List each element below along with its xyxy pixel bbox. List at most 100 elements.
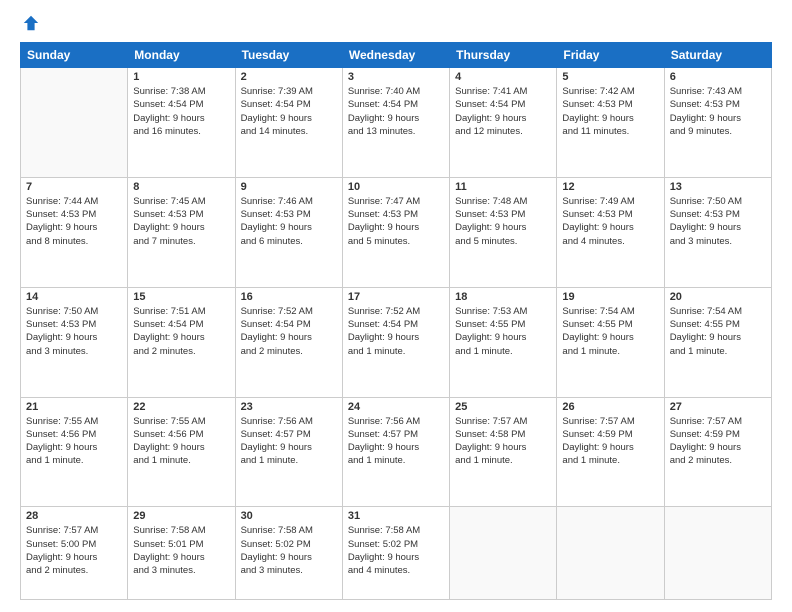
calendar-cell — [664, 507, 771, 600]
calendar-cell: 2 Sunrise: 7:39 AMSunset: 4:54 PMDaylight… — [235, 68, 342, 178]
day-number: 1 — [133, 71, 229, 83]
day-number: 21 — [26, 401, 122, 413]
calendar-cell: 12 Sunrise: 7:49 AMSunset: 4:53 PMDayligh… — [557, 177, 664, 287]
calendar-cell: 29 Sunrise: 7:58 AMSunset: 5:01 PMDayligh… — [128, 507, 235, 600]
day-number: 31 — [348, 510, 444, 522]
day-number: 18 — [455, 291, 551, 303]
day-info: Sunrise: 7:43 AMSunset: 4:53 PMDaylight:… — [670, 85, 766, 138]
calendar-cell: 16Sunrise: 7:52 AMSunset: 4:54 PMDayligh… — [235, 287, 342, 397]
calendar-week-row: 21 Sunrise: 7:55 AMSunset: 4:56 PMDayligh… — [21, 397, 772, 507]
calendar-cell — [557, 507, 664, 600]
day-number: 13 — [670, 181, 766, 193]
calendar-cell: 31 Sunrise: 7:58 AMSunset: 5:02 PMDayligh… — [342, 507, 449, 600]
day-number: 11 — [455, 181, 551, 193]
day-number: 4 — [455, 71, 551, 83]
calendar-cell: 9 Sunrise: 7:46 AMSunset: 4:53 PMDaylight… — [235, 177, 342, 287]
day-number: 16 — [241, 291, 337, 303]
calendar-cell: 14Sunrise: 7:50 AMSunset: 4:53 PMDayligh… — [21, 287, 128, 397]
day-number: 15 — [133, 291, 229, 303]
day-number: 7 — [26, 181, 122, 193]
day-info: Sunrise: 7:48 AMSunset: 4:53 PMDaylight:… — [455, 195, 551, 248]
calendar-header-wednesday: Wednesday — [342, 43, 449, 68]
calendar-cell: 24 Sunrise: 7:56 AMSunset: 4:57 PMDayligh… — [342, 397, 449, 507]
page: SundayMondayTuesdayWednesdayThursdayFrid… — [0, 0, 792, 612]
day-number: 9 — [241, 181, 337, 193]
day-number: 30 — [241, 510, 337, 522]
day-info: Sunrise: 7:38 AMSunset: 4:54 PMDaylight:… — [133, 85, 229, 138]
day-info: Sunrise: 7:40 AMSunset: 4:54 PMDaylight:… — [348, 85, 444, 138]
calendar-cell: 3Sunrise: 7:40 AMSunset: 4:54 PMDaylight… — [342, 68, 449, 178]
calendar-cell: 6 Sunrise: 7:43 AMSunset: 4:53 PMDaylight… — [664, 68, 771, 178]
day-info: Sunrise: 7:49 AMSunset: 4:53 PMDaylight:… — [562, 195, 658, 248]
day-number: 8 — [133, 181, 229, 193]
day-info: Sunrise: 7:58 AMSunset: 5:01 PMDaylight:… — [133, 524, 229, 577]
calendar-cell: 21 Sunrise: 7:55 AMSunset: 4:56 PMDayligh… — [21, 397, 128, 507]
calendar-cell: 23 Sunrise: 7:56 AMSunset: 4:57 PMDayligh… — [235, 397, 342, 507]
calendar-cell: 10 Sunrise: 7:47 AMSunset: 4:53 PMDayligh… — [342, 177, 449, 287]
calendar-week-row: 7Sunrise: 7:44 AMSunset: 4:53 PMDaylight… — [21, 177, 772, 287]
calendar-cell: 26Sunrise: 7:57 AMSunset: 4:59 PMDayligh… — [557, 397, 664, 507]
day-number: 23 — [241, 401, 337, 413]
calendar-header-thursday: Thursday — [450, 43, 557, 68]
calendar-cell: 18 Sunrise: 7:53 AMSunset: 4:55 PMDayligh… — [450, 287, 557, 397]
calendar-cell — [21, 68, 128, 178]
day-info: Sunrise: 7:46 AMSunset: 4:53 PMDaylight:… — [241, 195, 337, 248]
calendar-cell: 5 Sunrise: 7:42 AMSunset: 4:53 PMDaylight… — [557, 68, 664, 178]
day-info: Sunrise: 7:50 AMSunset: 4:53 PMDaylight:… — [26, 305, 122, 358]
day-info: Sunrise: 7:41 AMSunset: 4:54 PMDaylight:… — [455, 85, 551, 138]
day-info: Sunrise: 7:57 AMSunset: 5:00 PMDaylight:… — [26, 524, 122, 577]
calendar-header-friday: Friday — [557, 43, 664, 68]
header — [20, 18, 772, 32]
calendar-cell: 4 Sunrise: 7:41 AMSunset: 4:54 PMDaylight… — [450, 68, 557, 178]
logo — [20, 18, 40, 32]
day-number: 5 — [562, 71, 658, 83]
day-info: Sunrise: 7:57 AMSunset: 4:59 PMDaylight:… — [670, 415, 766, 468]
day-info: Sunrise: 7:58 AMSunset: 5:02 PMDaylight:… — [241, 524, 337, 577]
logo-icon — [22, 14, 40, 32]
day-number: 17 — [348, 291, 444, 303]
calendar-week-row: 1 Sunrise: 7:38 AMSunset: 4:54 PMDaylight… — [21, 68, 772, 178]
day-info: Sunrise: 7:57 AMSunset: 4:58 PMDaylight:… — [455, 415, 551, 468]
day-number: 27 — [670, 401, 766, 413]
day-number: 28 — [26, 510, 122, 522]
calendar-cell: 28 Sunrise: 7:57 AMSunset: 5:00 PMDayligh… — [21, 507, 128, 600]
day-info: Sunrise: 7:58 AMSunset: 5:02 PMDaylight:… — [348, 524, 444, 577]
calendar-cell: 25 Sunrise: 7:57 AMSunset: 4:58 PMDayligh… — [450, 397, 557, 507]
day-info: Sunrise: 7:50 AMSunset: 4:53 PMDaylight:… — [670, 195, 766, 248]
calendar-header-saturday: Saturday — [664, 43, 771, 68]
day-info: Sunrise: 7:47 AMSunset: 4:53 PMDaylight:… — [348, 195, 444, 248]
day-info: Sunrise: 7:53 AMSunset: 4:55 PMDaylight:… — [455, 305, 551, 358]
day-info: Sunrise: 7:54 AMSunset: 4:55 PMDaylight:… — [670, 305, 766, 358]
day-info: Sunrise: 7:42 AMSunset: 4:53 PMDaylight:… — [562, 85, 658, 138]
calendar-cell: 1 Sunrise: 7:38 AMSunset: 4:54 PMDaylight… — [128, 68, 235, 178]
day-number: 6 — [670, 71, 766, 83]
day-info: Sunrise: 7:39 AMSunset: 4:54 PMDaylight:… — [241, 85, 337, 138]
calendar-cell: 19 Sunrise: 7:54 AMSunset: 4:55 PMDayligh… — [557, 287, 664, 397]
day-number: 20 — [670, 291, 766, 303]
day-info: Sunrise: 7:54 AMSunset: 4:55 PMDaylight:… — [562, 305, 658, 358]
calendar-table: SundayMondayTuesdayWednesdayThursdayFrid… — [20, 42, 772, 600]
calendar-cell: 30 Sunrise: 7:58 AMSunset: 5:02 PMDayligh… — [235, 507, 342, 600]
calendar-cell — [450, 507, 557, 600]
day-number: 24 — [348, 401, 444, 413]
calendar-cell: 8Sunrise: 7:45 AMSunset: 4:53 PMDaylight… — [128, 177, 235, 287]
calendar-cell: 13 Sunrise: 7:50 AMSunset: 4:53 PMDayligh… — [664, 177, 771, 287]
day-info: Sunrise: 7:57 AMSunset: 4:59 PMDaylight:… — [562, 415, 658, 468]
calendar-week-row: 14Sunrise: 7:50 AMSunset: 4:53 PMDayligh… — [21, 287, 772, 397]
calendar-cell: 15Sunrise: 7:51 AMSunset: 4:54 PMDayligh… — [128, 287, 235, 397]
calendar-header-row: SundayMondayTuesdayWednesdayThursdayFrid… — [21, 43, 772, 68]
day-info: Sunrise: 7:56 AMSunset: 4:57 PMDaylight:… — [348, 415, 444, 468]
calendar-week-row: 28 Sunrise: 7:57 AMSunset: 5:00 PMDayligh… — [21, 507, 772, 600]
day-number: 2 — [241, 71, 337, 83]
day-number: 29 — [133, 510, 229, 522]
day-number: 10 — [348, 181, 444, 193]
calendar-cell: 11 Sunrise: 7:48 AMSunset: 4:53 PMDayligh… — [450, 177, 557, 287]
calendar-cell: 20 Sunrise: 7:54 AMSunset: 4:55 PMDayligh… — [664, 287, 771, 397]
calendar-cell: 27 Sunrise: 7:57 AMSunset: 4:59 PMDayligh… — [664, 397, 771, 507]
day-number: 19 — [562, 291, 658, 303]
day-number: 12 — [562, 181, 658, 193]
day-info: Sunrise: 7:56 AMSunset: 4:57 PMDaylight:… — [241, 415, 337, 468]
day-info: Sunrise: 7:55 AMSunset: 4:56 PMDaylight:… — [26, 415, 122, 468]
day-number: 25 — [455, 401, 551, 413]
calendar-cell: 7Sunrise: 7:44 AMSunset: 4:53 PMDaylight… — [21, 177, 128, 287]
